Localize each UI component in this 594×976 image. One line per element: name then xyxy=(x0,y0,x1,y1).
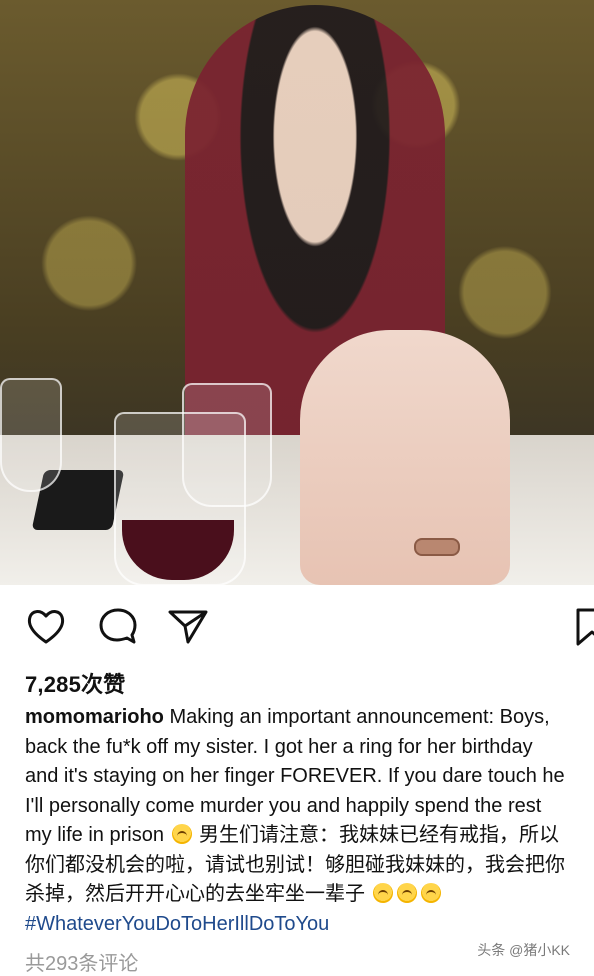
username-link[interactable]: momomarioho xyxy=(25,706,164,728)
view-comments-link[interactable]: 共293条评论 xyxy=(25,947,138,976)
caption-line-2: back the fu*k off my sister. I got her a… xyxy=(25,735,533,758)
upside-down-smile-emoji xyxy=(372,883,393,903)
caption-line-6: 你们都没机会的啦，请试也别试！够胆碰我妹妹的，我会把你 xyxy=(25,853,565,876)
comment-bubble-icon[interactable] xyxy=(96,604,140,648)
bookmark-icon[interactable] xyxy=(570,604,594,648)
heart-icon[interactable] xyxy=(24,604,68,648)
caption-line-7: 杀掉，然后开开心心的去坐牢坐一辈子 xyxy=(25,880,594,910)
caption-line-5: my life in prison 男生们请注意：我妹妹已经有戒指，所以 xyxy=(25,821,594,851)
photo-ring xyxy=(414,538,460,556)
post-photo[interactable] xyxy=(0,0,594,585)
watermark: 头条 @猪小KK xyxy=(473,939,574,961)
caption-text-7: 杀掉，然后开开心心的去坐牢坐一辈子 xyxy=(25,883,371,905)
post-actions-bar xyxy=(0,600,594,650)
likes-count[interactable]: 7,285次赞 xyxy=(25,667,125,699)
upside-down-smile-emoji xyxy=(396,883,417,903)
post-caption: momomarioho Making an important announce… xyxy=(25,703,594,939)
caption-text-5: my life in prison xyxy=(25,824,170,846)
caption-text-1: Making an important announcement: Boys, xyxy=(163,706,550,728)
upside-down-smile-emoji xyxy=(420,883,441,903)
send-arrow-icon[interactable] xyxy=(166,604,210,648)
caption-line-4: I'll personally come murder you and happ… xyxy=(25,794,542,817)
caption-line-3: and it's staying on her finger FOREVER. … xyxy=(25,765,565,787)
caption-line-1: momomarioho Making an important announce… xyxy=(25,703,594,733)
hashtag-link[interactable]: #WhateverYouDoToHerIllDoToYou xyxy=(25,910,594,940)
photo-glass-left xyxy=(0,378,62,492)
caption-text-5b: 男生们请注意：我妹妹已经有戒指，所以 xyxy=(193,824,560,846)
upside-down-smile-emoji xyxy=(171,824,192,844)
photo-hand xyxy=(300,330,510,585)
